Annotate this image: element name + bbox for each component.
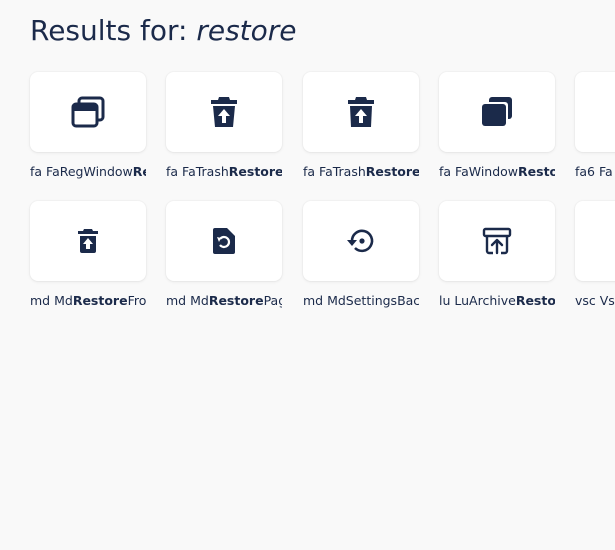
- icon-card[interactable]: [575, 201, 615, 281]
- result-label: md MdSettingsBac: [303, 293, 419, 308]
- icon-card[interactable]: [439, 201, 555, 281]
- result-label: fa FaTrashRestoreA: [303, 164, 419, 179]
- results-row: fa FaRegWindowRe fa FaTrashRestore: [30, 72, 615, 182]
- result-item[interactable]: fa FaRegWindowRe: [30, 72, 146, 179]
- title-prefix: Results for:: [30, 14, 197, 47]
- window-restore-outline-icon: [71, 96, 105, 128]
- result-item[interactable]: lu LuArchiveRestor: [439, 201, 555, 308]
- result-label: lu LuArchiveRestor: [439, 293, 555, 308]
- archive-restore-icon: [482, 227, 512, 255]
- results-row: md MdRestoreFrom md MdRestorePag: [30, 201, 615, 311]
- settings-backup-restore-icon: [347, 229, 374, 253]
- result-label: fa6 Fa: [575, 164, 613, 179]
- result-item[interactable]: fa FaTrashRestoreA: [303, 72, 419, 179]
- result-item[interactable]: md MdSettingsBac: [303, 201, 419, 308]
- result-item[interactable]: md MdRestoreFrom: [30, 201, 146, 308]
- icon-card[interactable]: [30, 72, 146, 152]
- results-page: Results for: restore fa FaRegWindowRe: [0, 0, 615, 550]
- result-item[interactable]: vsc Vsc: [575, 201, 615, 308]
- icon-card[interactable]: [575, 72, 615, 152]
- icon-card[interactable]: [303, 72, 419, 152]
- page-title: Results for: restore: [30, 14, 297, 47]
- trash-restore-icon: [211, 97, 237, 127]
- window-restore-icon: [482, 97, 512, 126]
- result-label: md MdRestorePag: [166, 293, 282, 308]
- result-item[interactable]: fa FaTrashRestore: [166, 72, 282, 179]
- icon-card[interactable]: [166, 201, 282, 281]
- result-item[interactable]: fa FaWindowResto: [439, 72, 555, 179]
- result-label: fa FaTrashRestore: [166, 164, 282, 179]
- result-label: md MdRestoreFrom: [30, 293, 146, 308]
- search-query: restore: [196, 14, 297, 47]
- restore-page-icon: [213, 228, 235, 254]
- icon-card[interactable]: [30, 201, 146, 281]
- icon-card[interactable]: [439, 72, 555, 152]
- trash-restore-alt-icon: [348, 97, 374, 127]
- result-item[interactable]: md MdRestorePag: [166, 201, 282, 308]
- icon-card[interactable]: [166, 72, 282, 152]
- icon-card[interactable]: [303, 201, 419, 281]
- restore-from-trash-icon: [78, 229, 98, 253]
- result-label: fa FaWindowResto: [439, 164, 555, 179]
- result-item[interactable]: fa6 Fa: [575, 72, 615, 179]
- result-label: vsc Vsc: [575, 293, 615, 308]
- result-label: fa FaRegWindowRe: [30, 164, 146, 179]
